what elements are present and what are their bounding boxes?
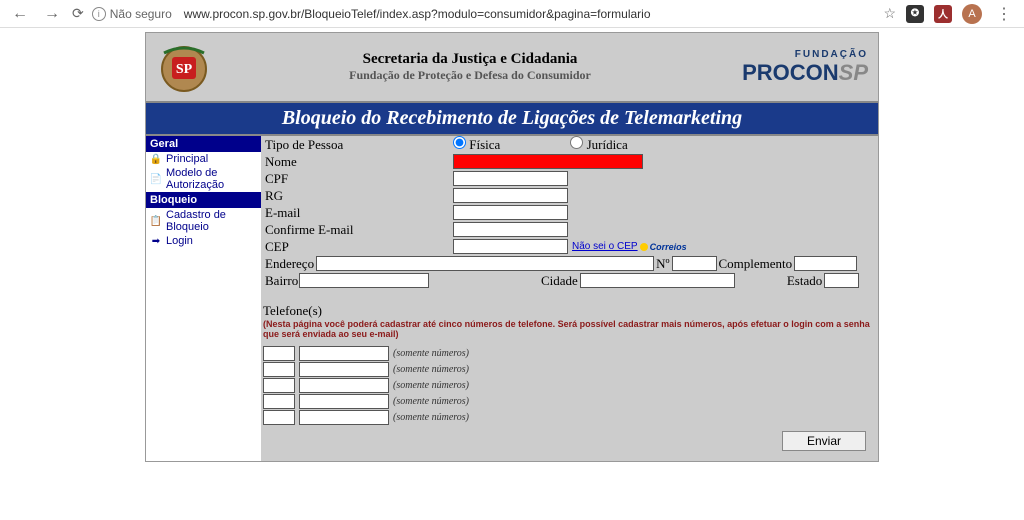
label-cpf: CPF <box>263 171 358 187</box>
page-title: Bloqueio do Recebimento de Ligações de T… <box>146 101 878 136</box>
correios-logo: Correios <box>640 242 687 252</box>
sidebar: Geral 🔒 Principal 📄 Modelo de Autorizaçã… <box>146 136 261 461</box>
input-ddd-4[interactable] <box>263 394 295 409</box>
input-email[interactable] <box>453 205 568 220</box>
sidebar-item-label: Modelo de Autorização <box>166 167 257 191</box>
input-estado[interactable] <box>824 273 859 288</box>
label-bairro: Bairro <box>263 273 299 289</box>
correios-icon <box>640 243 648 251</box>
sidebar-item-login[interactable]: ➡ Login <box>146 234 261 248</box>
input-cep[interactable] <box>453 239 568 254</box>
sidebar-item-label: Login <box>166 235 193 247</box>
label-confirme-email: Confirme E-mail <box>263 222 358 238</box>
input-ddd-5[interactable] <box>263 410 295 425</box>
radio-fisica[interactable]: Física <box>453 136 500 153</box>
input-tel-1[interactable] <box>299 346 389 361</box>
page-container: SP Secretaria da Justiça e Cidadania Fun… <box>145 32 879 462</box>
input-bairro[interactable] <box>299 273 429 288</box>
input-ddd-1[interactable] <box>263 346 295 361</box>
label-nome: Nome <box>263 154 358 170</box>
forward-button[interactable]: → <box>40 5 64 23</box>
label-cep: CEP <box>263 239 358 255</box>
sidebar-section-geral: Geral <box>146 136 261 152</box>
label-rg: RG <box>263 188 358 204</box>
profile-avatar[interactable]: A <box>962 4 982 24</box>
state-seal-icon: SP <box>156 39 212 95</box>
link-nao-sei-cep[interactable]: Não sei o CEP <box>572 241 638 252</box>
input-ddd-3[interactable] <box>263 378 295 393</box>
document-icon: 📄 <box>150 173 162 185</box>
label-complemento: Complemento <box>717 256 795 272</box>
info-icon: i <box>92 7 106 21</box>
sidebar-section-bloqueio: Bloqueio <box>146 192 261 208</box>
sidebar-item-cadastro[interactable]: 📋 Cadastro de Bloqueio <box>146 208 261 234</box>
menu-dots-icon[interactable]: ⋮ <box>992 4 1016 24</box>
submit-button[interactable]: Enviar <box>782 431 866 451</box>
tel-row-1: (somente números) <box>263 346 876 361</box>
tel-row-5: (somente números) <box>263 410 876 425</box>
tel-row-3: (somente números) <box>263 378 876 393</box>
input-endereco[interactable] <box>316 256 654 271</box>
radio-juridica[interactable]: Jurídica <box>570 136 627 153</box>
svg-text:SP: SP <box>176 62 193 77</box>
input-rg[interactable] <box>453 188 568 203</box>
label-email: E-mail <box>263 205 358 221</box>
login-icon: ➡ <box>150 235 162 247</box>
input-numero[interactable] <box>672 256 717 271</box>
sidebar-item-modelo[interactable]: 📄 Modelo de Autorização <box>146 166 261 192</box>
sidebar-item-principal[interactable]: 🔒 Principal <box>146 152 261 166</box>
input-tel-4[interactable] <box>299 394 389 409</box>
input-tel-2[interactable] <box>299 362 389 377</box>
input-complemento[interactable] <box>794 256 857 271</box>
label-telefones: Telefone(s) <box>263 303 876 319</box>
sidebar-item-label: Cadastro de Bloqueio <box>166 209 257 233</box>
input-cidade[interactable] <box>580 273 735 288</box>
tel-row-2: (somente números) <box>263 362 876 377</box>
sidebar-item-label: Principal <box>166 153 208 165</box>
label-estado: Estado <box>785 273 824 289</box>
label-tipo-pessoa: Tipo de Pessoa <box>263 137 358 153</box>
header-subtitle: Fundação de Proteção e Defesa do Consumi… <box>212 68 728 83</box>
extension-icon-1[interactable]: ✪ <box>906 5 924 23</box>
telefones-note: (Nesta página você poderá cadastrar até … <box>263 319 876 339</box>
form-area: Tipo de Pessoa Física Jurídica Nome CPF … <box>261 136 878 461</box>
lock-icon: 🔒 <box>150 153 162 165</box>
back-button[interactable]: ← <box>8 5 32 23</box>
url-bar[interactable]: www.procon.sp.gov.br/BloqueioTelef/index… <box>180 7 876 21</box>
label-numero: Nº <box>654 256 671 272</box>
label-cidade: Cidade <box>539 273 580 289</box>
input-confirme-email[interactable] <box>453 222 568 237</box>
input-cpf[interactable] <box>453 171 568 186</box>
browser-toolbar: ← → ⟳ i Não seguro www.procon.sp.gov.br/… <box>0 0 1024 28</box>
page-header: SP Secretaria da Justiça e Cidadania Fun… <box>146 33 878 101</box>
input-tel-5[interactable] <box>299 410 389 425</box>
tel-row-4: (somente números) <box>263 394 876 409</box>
extension-icon-2[interactable]: 人 <box>934 5 952 23</box>
form-icon: 📋 <box>150 215 162 227</box>
label-endereco: Endereço <box>263 256 316 272</box>
reload-button[interactable]: ⟳ <box>72 5 84 22</box>
insecure-label: Não seguro <box>110 7 172 21</box>
input-nome[interactable] <box>453 154 643 169</box>
input-tel-3[interactable] <box>299 378 389 393</box>
input-ddd-2[interactable] <box>263 362 295 377</box>
header-title: Secretaria da Justiça e Cidadania <box>212 51 728 68</box>
security-indicator[interactable]: i Não seguro <box>92 7 172 21</box>
procon-logo: FUNDAÇÃO PROCONSP <box>728 49 868 86</box>
bookmark-star-icon[interactable]: ☆ <box>883 5 896 22</box>
